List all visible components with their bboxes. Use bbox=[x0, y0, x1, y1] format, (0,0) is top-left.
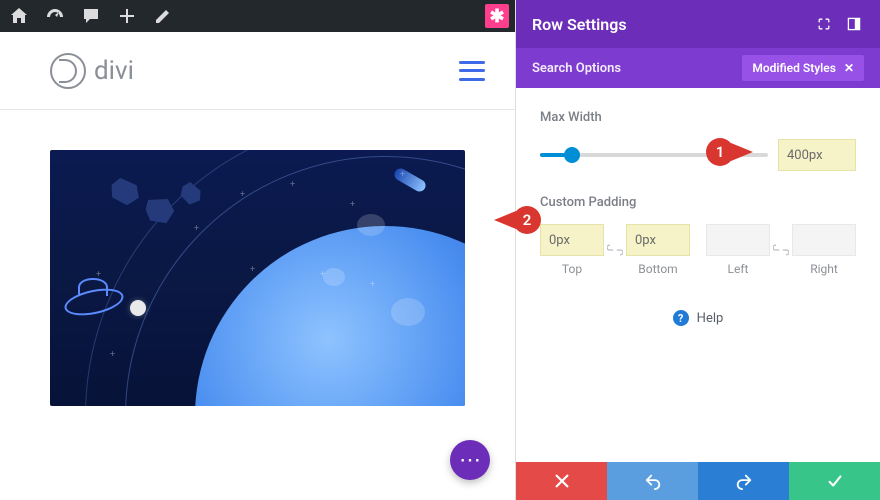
edit-pencil-icon[interactable] bbox=[150, 3, 176, 29]
save-button[interactable] bbox=[789, 462, 880, 500]
search-options-label[interactable]: Search Options bbox=[532, 61, 621, 76]
panel-header: Row Settings bbox=[516, 0, 880, 48]
annotation-2: 2 bbox=[494, 206, 541, 234]
panel-subheader: Search Options Modified Styles ✕ bbox=[516, 48, 880, 88]
comments-icon[interactable] bbox=[78, 3, 104, 29]
wp-admin-bar: ✱ bbox=[0, 0, 515, 32]
padding-top-input[interactable]: 0px bbox=[540, 224, 604, 256]
settings-panel: Row Settings Search Options Modified Sty… bbox=[515, 0, 880, 500]
filter-chip-modified-styles[interactable]: Modified Styles ✕ bbox=[742, 55, 864, 81]
slider-thumb[interactable] bbox=[564, 147, 580, 163]
field-max-width: Max Width 400px bbox=[540, 110, 856, 171]
annotation-1: 1 bbox=[706, 138, 753, 166]
padding-bottom-input[interactable]: 0px bbox=[626, 224, 690, 256]
max-width-input[interactable]: 400px bbox=[778, 139, 856, 171]
padding-bottom-label: Bottom bbox=[638, 262, 677, 276]
performance-gauge-icon[interactable] bbox=[42, 3, 68, 29]
custom-padding-label: Custom Padding bbox=[540, 195, 856, 210]
builder-fab-button[interactable]: ⋯ bbox=[450, 440, 490, 480]
padding-right-label: Right bbox=[810, 262, 838, 276]
mobile-menu-toggle[interactable] bbox=[459, 61, 485, 81]
panel-footer bbox=[516, 462, 880, 500]
site-logo-text: divi bbox=[94, 56, 134, 86]
field-custom-padding: Custom Padding 0px Top 0px Bottom Left bbox=[540, 195, 856, 276]
divi-logo-icon bbox=[50, 53, 86, 89]
dashboard-home-icon[interactable] bbox=[6, 3, 32, 29]
padding-left-input[interactable] bbox=[706, 224, 770, 256]
dock-icon[interactable] bbox=[844, 14, 864, 34]
site-header: divi bbox=[0, 32, 515, 110]
max-width-label: Max Width bbox=[540, 110, 856, 125]
expand-icon[interactable] bbox=[814, 14, 834, 34]
panel-title: Row Settings bbox=[532, 15, 627, 34]
site-logo[interactable]: divi bbox=[50, 53, 134, 89]
padding-top-label: Top bbox=[562, 262, 582, 276]
padding-link-horizontal-icon[interactable] bbox=[770, 244, 792, 256]
divi-builder-toggle[interactable]: ✱ bbox=[485, 4, 509, 28]
help-label: Help bbox=[697, 311, 724, 326]
page-canvas: ++++++++++ bbox=[0, 110, 515, 406]
add-new-icon[interactable] bbox=[114, 3, 140, 29]
cancel-button[interactable] bbox=[516, 462, 607, 500]
padding-left-label: Left bbox=[728, 262, 749, 276]
filter-chip-label: Modified Styles bbox=[752, 61, 836, 75]
padding-right-input[interactable] bbox=[792, 224, 856, 256]
undo-button[interactable] bbox=[607, 462, 698, 500]
padding-link-vertical-icon[interactable] bbox=[604, 244, 626, 256]
row-preview-image[interactable]: ++++++++++ bbox=[50, 150, 465, 406]
filter-chip-close-icon[interactable]: ✕ bbox=[844, 61, 854, 75]
redo-button[interactable] bbox=[698, 462, 789, 500]
help-link[interactable]: ? Help bbox=[540, 310, 856, 326]
help-icon: ? bbox=[673, 310, 689, 326]
